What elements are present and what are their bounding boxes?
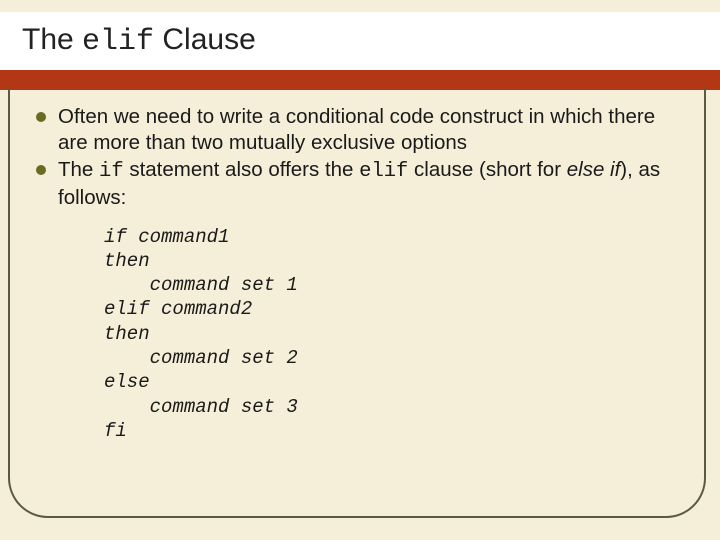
inline-code: if bbox=[99, 160, 124, 183]
bullet-item: The if statement also offers the elif cl… bbox=[32, 157, 690, 210]
bullet-text-pre: The bbox=[58, 158, 99, 181]
bullet-text: Often we need to write a conditional cod… bbox=[58, 105, 655, 154]
code-block: if command1 then command set 1 elif comm… bbox=[104, 225, 690, 444]
bullet-italic: else if bbox=[567, 158, 621, 181]
title-post: Clause bbox=[154, 23, 256, 56]
bullet-list: Often we need to write a conditional cod… bbox=[32, 104, 690, 211]
header-accent-bar bbox=[0, 70, 720, 90]
title-pre: The bbox=[22, 23, 82, 56]
title-code: elif bbox=[82, 25, 154, 59]
slide-title: The elif Clause bbox=[22, 23, 256, 59]
inline-code: elif bbox=[359, 160, 408, 183]
slide-body: Often we need to write a conditional cod… bbox=[32, 104, 690, 443]
slide-title-bar: The elif Clause bbox=[0, 12, 720, 70]
bullet-text-mid: statement also offers the bbox=[124, 158, 360, 181]
bullet-item: Often we need to write a conditional cod… bbox=[32, 104, 690, 155]
bullet-text-mid2: clause (short for bbox=[408, 158, 566, 181]
